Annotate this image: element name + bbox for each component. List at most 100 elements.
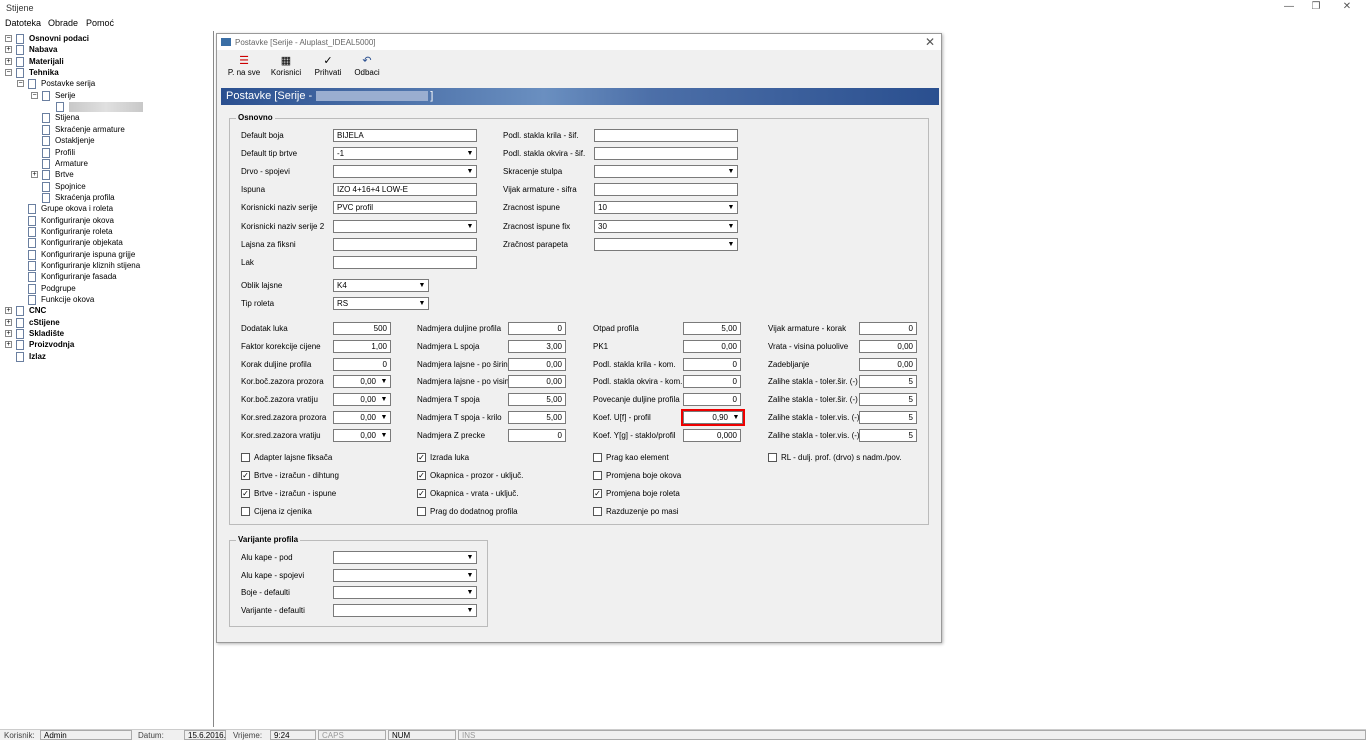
chevron-down-icon[interactable]: ▼ <box>726 167 736 176</box>
varijante-field[interactable]: ▼ <box>333 568 477 582</box>
tree-item[interactable]: cStijene <box>29 317 60 328</box>
tree-expander[interactable]: − <box>17 80 24 88</box>
chevron-down-icon[interactable]: ▼ <box>417 299 427 308</box>
col4-field[interactable]: 5 <box>859 393 917 407</box>
col2-field[interactable]: 0 <box>508 322 566 335</box>
col4-field[interactable]: 5 <box>859 411 917 424</box>
tip-roleta-field[interactable]: RS ▼ <box>333 297 429 310</box>
menu-pomoc[interactable]: Pomoć <box>86 18 114 28</box>
col3-field[interactable]: 0 <box>683 375 741 389</box>
tree-expander[interactable]: + <box>5 46 12 54</box>
tree-expander[interactable]: − <box>5 69 12 77</box>
col4-field[interactable]: 0,00 <box>859 339 917 353</box>
tree-item[interactable]: Funkcije okova <box>41 294 94 305</box>
col1-field[interactable]: 0 <box>333 357 391 371</box>
users-button[interactable]: ▦ Korisnici <box>267 54 305 84</box>
chevron-down-icon[interactable]: ▼ <box>379 377 389 386</box>
chevron-down-icon[interactable]: ▼ <box>465 553 475 562</box>
tree-item[interactable]: Konfiguriranje kliznih stijena <box>41 260 140 271</box>
dialog-close-icon[interactable]: ✕ <box>925 35 935 49</box>
col4-field[interactable]: 0,00 <box>859 357 917 371</box>
checkbox[interactable] <box>768 453 777 462</box>
chevron-down-icon[interactable]: ▼ <box>726 203 736 212</box>
col3-field[interactable]: 5,00 <box>683 322 741 335</box>
tree-item[interactable]: Konfiguriranje okova <box>41 215 114 226</box>
checkbox[interactable]: ✓ <box>417 489 426 498</box>
zracnost_ispune_fix-field[interactable]: 30 ▼ <box>594 219 738 233</box>
tree-item[interactable]: Konfiguriranje fasada <box>41 271 117 282</box>
col4-field[interactable]: 5 <box>859 375 917 389</box>
ispuna-field[interactable]: IZO 4+16+4 LOW-E <box>333 183 477 197</box>
checkbox[interactable] <box>593 507 602 516</box>
col1-field[interactable]: 0,00 ▼ <box>333 393 391 407</box>
oblik-lajsne-field[interactable]: K4 ▼ <box>333 279 429 292</box>
tree-expander[interactable]: + <box>5 341 12 349</box>
cancel-button[interactable]: ↶ Odbaci <box>349 54 385 84</box>
tree-item[interactable]: Armature <box>55 158 88 169</box>
tree-item[interactable]: Grupe okova i roleta <box>41 203 113 214</box>
chevron-down-icon[interactable]: ▼ <box>465 149 475 158</box>
col2-field[interactable]: 5,00 <box>508 411 566 424</box>
tree-item[interactable]: Nabava <box>29 44 57 55</box>
tree-item[interactable]: Konfiguriranje objekata <box>41 237 123 248</box>
checkbox[interactable]: ✓ <box>593 489 602 498</box>
col3-field[interactable]: 0 <box>683 393 741 407</box>
col2-field[interactable]: 0,00 <box>508 375 566 389</box>
checkbox[interactable]: ✓ <box>241 489 250 498</box>
chevron-down-icon[interactable]: ▼ <box>465 222 475 231</box>
default_boja-field[interactable]: BIJELA <box>333 129 477 142</box>
tree-expander[interactable]: + <box>5 318 12 326</box>
checkbox[interactable] <box>417 507 426 516</box>
zracnost_parapeta-field[interactable]: ▼ <box>594 237 738 251</box>
tree-item[interactable]: Proizvodnja <box>29 339 74 350</box>
tree-item[interactable]: Brtve <box>55 169 74 180</box>
accept-button[interactable]: ✓ Prihvati <box>309 54 347 84</box>
col1-field[interactable]: 500 <box>333 322 391 335</box>
chevron-down-icon[interactable]: ▼ <box>379 413 389 422</box>
col3-field[interactable]: 0,000 <box>683 428 741 442</box>
checkbox[interactable]: ✓ <box>417 453 426 462</box>
menu-obrade[interactable]: Obrade <box>48 18 78 28</box>
lajsna_za_fiksni-field[interactable] <box>333 237 477 251</box>
tree-expander[interactable]: + <box>5 57 12 65</box>
tree-item[interactable]: Osnovni podaci <box>29 33 89 44</box>
skracenje_stulpa-field[interactable]: ▼ <box>594 165 738 179</box>
chevron-down-icon[interactable]: ▼ <box>731 413 741 422</box>
save-all-button[interactable]: ☰ P. na sve <box>224 54 264 84</box>
tree-item[interactable]: Materijali <box>29 56 64 67</box>
chevron-down-icon[interactable]: ▼ <box>465 588 475 597</box>
col1-field[interactable]: 1,00 <box>333 339 391 353</box>
chevron-down-icon[interactable]: ▼ <box>465 167 475 176</box>
korisnicki_naziv2-field[interactable]: ▼ <box>333 219 477 233</box>
tree-expander[interactable]: − <box>5 35 12 42</box>
checkbox[interactable] <box>241 507 250 516</box>
chevron-down-icon[interactable]: ▼ <box>417 281 427 290</box>
tree-item[interactable]: Skraćenje armature <box>55 124 125 135</box>
checkbox[interactable] <box>593 453 602 462</box>
varijante-field[interactable]: ▼ <box>333 603 477 617</box>
varijante-field[interactable]: ▼ <box>333 551 477 564</box>
chevron-down-icon[interactable]: ▼ <box>465 571 475 580</box>
col3-field[interactable]: 0,00 <box>683 339 741 353</box>
tree-expander[interactable]: − <box>31 91 38 99</box>
tree-item[interactable]: Konfiguriranje roleta <box>41 226 113 237</box>
close-icon[interactable]: ✕ <box>1334 1 1360 12</box>
checkbox[interactable] <box>593 471 602 480</box>
tree-item[interactable]: Izlaz <box>29 351 46 362</box>
tree-item[interactable]: Profili <box>55 147 75 158</box>
lak-field[interactable] <box>333 255 477 269</box>
chevron-down-icon[interactable]: ▼ <box>379 395 389 404</box>
tree-item[interactable]: Podgrupe <box>41 283 76 294</box>
col3-field[interactable]: 0 <box>683 357 741 371</box>
menu-datoteka[interactable]: Datoteka <box>5 18 41 28</box>
minimize-icon[interactable]: — <box>1276 1 1302 12</box>
default_tip_brtve-field[interactable]: -1 ▼ <box>333 147 477 161</box>
tree-expander[interactable]: + <box>31 171 38 179</box>
col4-field[interactable]: 0 <box>859 322 917 335</box>
col1-field[interactable]: 0,00 ▼ <box>333 411 391 424</box>
tree-item[interactable]: Spojnice <box>55 181 86 192</box>
restore-icon[interactable]: ❐ <box>1303 1 1329 12</box>
col1-field[interactable]: 0,00 ▼ <box>333 375 391 389</box>
tree-item[interactable]: Konfiguriranje ispuna grijje <box>41 249 135 260</box>
col4-field[interactable]: 5 <box>859 428 917 442</box>
